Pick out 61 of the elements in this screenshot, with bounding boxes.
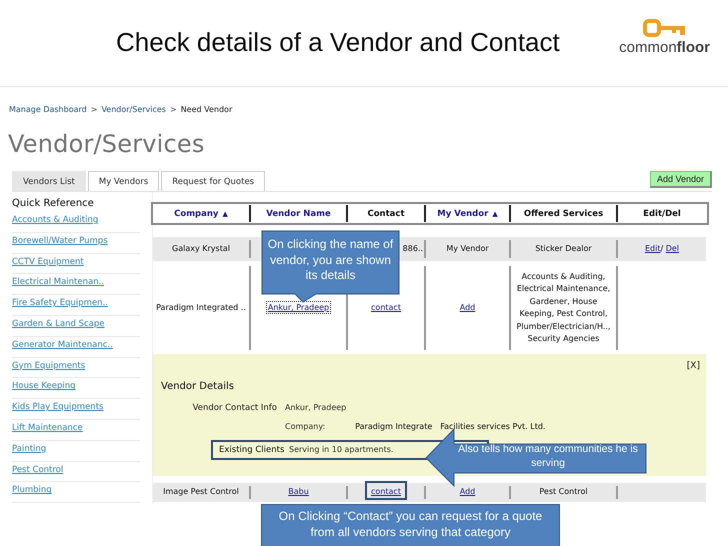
sidebar-link[interactable]: Painting xyxy=(12,440,140,462)
sidebar-link[interactable]: Borewell/Water Pumps xyxy=(12,232,140,254)
table-cell-text: 886.. xyxy=(402,244,423,253)
table-cell-text: Pest Control xyxy=(539,487,588,496)
column-header[interactable]: My Vendor xyxy=(437,208,488,218)
table-link[interactable]: contact xyxy=(371,302,401,312)
page-title: Vendor/Services xyxy=(7,129,206,158)
breadcrumb-separator: > xyxy=(170,105,177,114)
callout-text: On Clicking “Contact” you can request for a quote from all vendors serving that category xyxy=(278,509,544,540)
field-label: Vendor Contact Info xyxy=(192,403,278,413)
field-value: Ankur, Pradeep xyxy=(285,403,348,412)
field-label: Company: xyxy=(285,422,326,431)
table-cell-text: / xyxy=(660,244,664,253)
sidebar-link[interactable]: Kids Play Equipments xyxy=(12,399,140,420)
table-link[interactable]: Edit xyxy=(644,244,660,253)
field-label: Existing Clients xyxy=(219,445,286,455)
breadcrumb-separator: > xyxy=(90,105,98,114)
table-cell-text: Accounts & Auditing, Electrical Maintenance, Gardener, House Keeping, Pest Control, Plumber/Electrician/H.., Security Agencies xyxy=(516,272,610,343)
sidebar-link[interactable]: Lift Maintenance xyxy=(12,420,140,441)
sidebar-link[interactable]: Electrical Maintenan.. xyxy=(12,274,140,296)
field-value: Facilities services Pvt. Ltd. xyxy=(440,422,546,431)
column-header: Edit/Del xyxy=(643,208,681,218)
table-cell-text: Image Pest Control xyxy=(163,487,239,496)
sidebar-link[interactable]: Garden & Land Scape xyxy=(12,316,140,337)
column-header: Offered Services xyxy=(524,208,604,218)
close-link[interactable]: [X] xyxy=(686,361,700,371)
table-cell-text: Galaxy Krystal xyxy=(172,244,230,253)
sidebar-link[interactable]: Pest Control xyxy=(12,462,140,482)
tab[interactable]: Request for Quotes xyxy=(161,171,266,191)
sidebar-link[interactable]: Generator Maintenanc.. xyxy=(12,336,140,358)
table-cell-text: My Vendor xyxy=(446,244,489,253)
key-icon xyxy=(642,18,687,36)
table-cell-text: Paradigm Integrated .. xyxy=(156,302,246,312)
table-link[interactable]: Add xyxy=(460,487,476,496)
breadcrumb-link[interactable]: Manage Dashboard xyxy=(9,105,87,114)
column-header: Contact xyxy=(367,208,405,218)
column-header[interactable]: Company xyxy=(174,208,218,218)
add-vendor-button[interactable]: Add Vendor xyxy=(650,171,712,188)
sidebar-link[interactable]: Plumbing xyxy=(12,482,140,504)
sidebar-link[interactable]: Gym Equipments xyxy=(12,358,140,378)
logo-text: commonfloor xyxy=(619,38,710,56)
table-link[interactable]: Ankur, Pradeep xyxy=(268,302,330,312)
breadcrumb-link[interactable]: Vendor/Services xyxy=(101,105,166,114)
table-link[interactable]: Del xyxy=(666,244,680,253)
tab[interactable]: My Vendors xyxy=(88,171,160,191)
sidebar-link[interactable]: House Keeping xyxy=(12,378,140,400)
slide-title: Check details of a Vendor and Contact xyxy=(116,26,560,58)
sidebar-title: Quick Reference xyxy=(12,198,95,209)
sidebar-link[interactable]: Accounts & Auditing xyxy=(12,212,140,233)
callout-text: On clicking the name of vendor, you are shown its details xyxy=(267,237,394,284)
table-link[interactable]: Add xyxy=(460,302,476,312)
table-cell-text: Sticker Dealor xyxy=(535,244,592,253)
sidebar-link[interactable]: CCTV Equipment xyxy=(12,254,140,274)
field-value: Paradigm Integrate xyxy=(355,422,432,431)
details-title: Vendor Details xyxy=(160,380,234,392)
callout-text: Also tells how many communities he is serving xyxy=(457,443,639,470)
table-link[interactable]: Babu xyxy=(288,487,309,496)
sidebar-link[interactable]: Fire Safety Equipmen.. xyxy=(12,295,140,316)
field-value: Serving in 10 apartments. xyxy=(289,445,394,454)
tab[interactable]: Vendors List xyxy=(12,171,86,191)
column-header[interactable]: Vendor Name xyxy=(266,208,331,218)
